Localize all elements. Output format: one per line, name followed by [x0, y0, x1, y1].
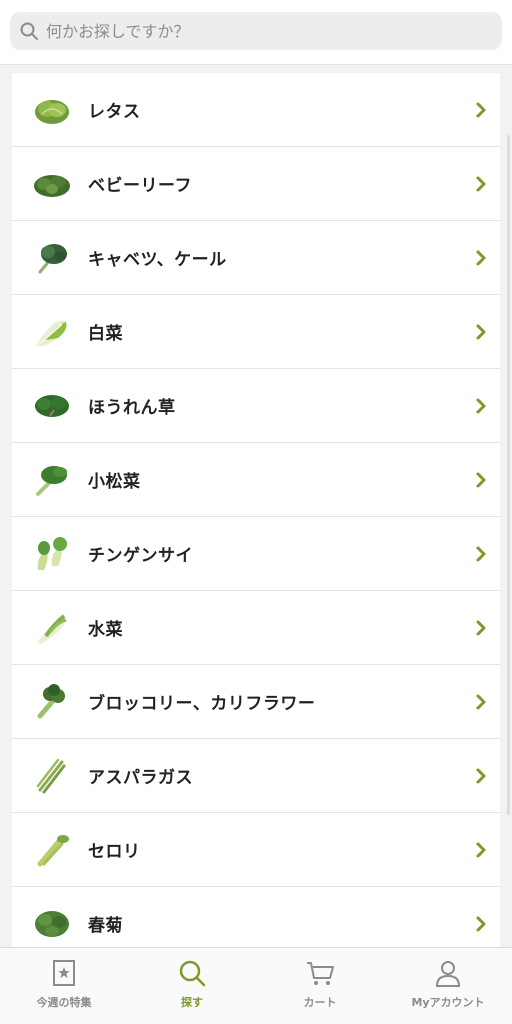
- tab-cart[interactable]: カート: [256, 948, 384, 1024]
- chevron-right-icon: [476, 768, 486, 783]
- category-label: 小松菜: [88, 472, 141, 492]
- kale-icon: [32, 238, 72, 278]
- shungiku-icon: [32, 904, 72, 944]
- tab-label: カート: [303, 996, 337, 1009]
- bottom-tab-bar: 今週の特集 探す カート Myアカウント: [0, 947, 512, 1024]
- category-row-broccoli[interactable]: ブロッコリー、カリフラワー: [12, 665, 500, 739]
- chevron-right-icon: [476, 916, 486, 931]
- category-label: ほうれん草: [88, 398, 176, 418]
- komatsuna-icon: [32, 460, 72, 500]
- category-row-mizuna[interactable]: 水菜: [12, 591, 500, 665]
- chevron-right-icon: [476, 546, 486, 561]
- category-list: レタス ベビーリーフ キャベツ、ケール 白菜 ほうれん草 小松菜 チンゲンサイ …: [12, 73, 500, 947]
- search-input[interactable]: [46, 21, 466, 41]
- category-label: チンゲンサイ: [88, 546, 193, 566]
- category-label: レタス: [88, 102, 141, 122]
- cart-icon: [307, 962, 334, 985]
- category-row-celery[interactable]: セロリ: [12, 813, 500, 887]
- tab-label: 今週の特集: [36, 996, 92, 1009]
- chevron-right-icon: [476, 102, 486, 117]
- asparagus-icon: [32, 756, 72, 796]
- category-row-shungiku[interactable]: 春菊: [12, 887, 500, 947]
- category-row-lettuce[interactable]: レタス: [12, 73, 500, 147]
- category-label: セロリ: [88, 842, 141, 862]
- chevron-right-icon: [476, 250, 486, 265]
- category-row-spinach[interactable]: ほうれん草: [12, 369, 500, 443]
- category-label: ブロッコリー、カリフラワー: [88, 694, 316, 714]
- celery-icon: [32, 830, 72, 870]
- app-screen: レタス ベビーリーフ: [0, 0, 512, 1024]
- category-row-komatsuna[interactable]: 小松菜: [12, 443, 500, 517]
- broccoli-icon: [32, 682, 72, 722]
- napa-cabbage-icon: [32, 312, 72, 352]
- category-row-baby-leaf[interactable]: ベビーリーフ: [12, 147, 500, 221]
- tab-label: 探す: [181, 996, 203, 1009]
- category-label: キャベツ、ケール: [88, 250, 227, 270]
- chevron-right-icon: [476, 472, 486, 487]
- chevron-right-icon: [476, 324, 486, 339]
- chevron-right-icon: [476, 694, 486, 709]
- chevron-right-icon: [476, 842, 486, 857]
- spinach-icon: [32, 386, 72, 426]
- category-row-asparagus[interactable]: アスパラガス: [12, 739, 500, 813]
- scrollbar[interactable]: [507, 135, 510, 815]
- category-row-bok-choy[interactable]: チンゲンサイ: [12, 517, 500, 591]
- search-icon: [179, 960, 206, 987]
- category-label: 水菜: [88, 620, 123, 640]
- category-label: ベビーリーフ: [88, 176, 192, 196]
- mizuna-icon: [32, 608, 72, 648]
- tab-label: Myアカウント: [411, 996, 485, 1009]
- category-label: アスパラガス: [88, 768, 193, 788]
- search-bar[interactable]: [10, 12, 502, 50]
- chevron-right-icon: [476, 176, 486, 191]
- tab-my-account[interactable]: Myアカウント: [384, 948, 512, 1024]
- category-content[interactable]: レタス ベビーリーフ キャベツ、ケール 白菜 ほうれん草 小松菜 チンゲンサイ …: [0, 65, 512, 947]
- category-label: 春菊: [88, 916, 123, 936]
- tab-weekly-feature[interactable]: 今週の特集: [0, 948, 128, 1024]
- chevron-right-icon: [476, 620, 486, 635]
- header: [0, 0, 512, 65]
- tab-search[interactable]: 探す: [128, 948, 256, 1024]
- lettuce-icon: [32, 90, 72, 130]
- category-label: 白菜: [88, 324, 123, 344]
- star-bookmark-icon: [53, 960, 75, 986]
- category-row-cabbage-kale[interactable]: キャベツ、ケール: [12, 221, 500, 295]
- chevron-right-icon: [476, 398, 486, 413]
- search-icon: [18, 20, 40, 42]
- bok-choy-icon: [32, 534, 72, 574]
- person-icon: [435, 961, 461, 987]
- category-row-napa-cabbage[interactable]: 白菜: [12, 295, 500, 369]
- baby-leaf-icon: [32, 164, 72, 204]
